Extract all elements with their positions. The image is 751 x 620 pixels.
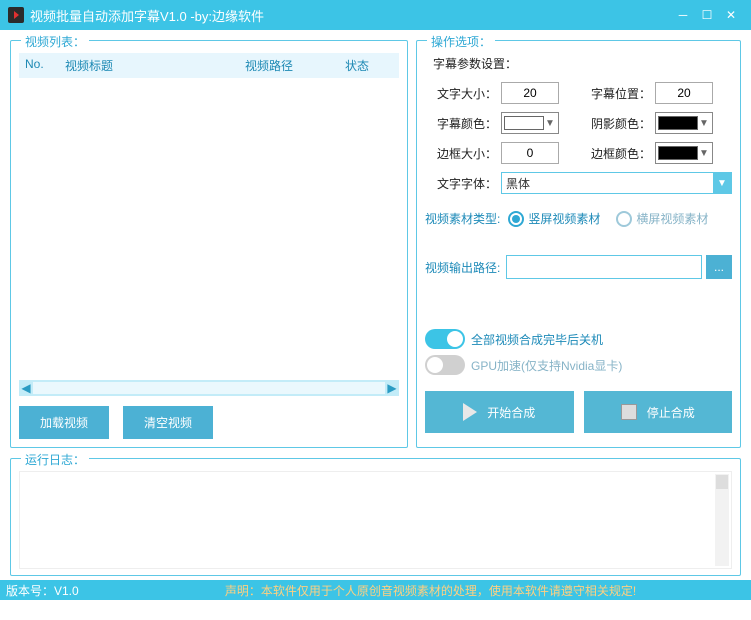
settings-header: 字幕参数设置： (433, 55, 732, 72)
stop-button[interactable]: 停止合成 (584, 391, 733, 433)
minimize-button[interactable]: ─ (671, 3, 695, 27)
font-size-label: 文字大小： (425, 85, 497, 102)
font-family-select[interactable]: 黑体 ▼ (501, 172, 732, 194)
col-path: 视频路径 (245, 57, 345, 74)
dropdown-icon: ▼ (713, 173, 731, 193)
version-label: 版本号：V1.0 (6, 582, 116, 599)
shutdown-toggle[interactable] (425, 329, 465, 349)
table-body[interactable] (19, 78, 399, 378)
log-scrollbar[interactable] (715, 474, 729, 566)
options-title: 操作选项： (427, 33, 495, 50)
browse-path-button[interactable]: ... (706, 255, 732, 279)
scroll-left-icon[interactable]: ◀ (19, 381, 33, 395)
gpu-label: GPU加速(仅支持Nvidia显卡) (471, 357, 622, 374)
material-type-label: 视频素材类型: (425, 210, 500, 227)
font-size-input[interactable] (501, 82, 559, 104)
border-color-picker[interactable]: ▼ (655, 142, 713, 164)
close-button[interactable]: ✕ (719, 3, 743, 27)
font-pos-label: 字幕位置： (579, 85, 651, 102)
app-icon (8, 7, 24, 23)
titlebar: 视频批量自动添加字幕V1.0 -by:边缘软件 ─ ☐ ✕ (0, 0, 751, 30)
video-list-group: 视频列表： No. 视频标题 视频路径 状态 ◀ ▶ 加载视频 清空视频 (10, 40, 408, 448)
load-video-button[interactable]: 加载视频 (19, 406, 109, 439)
font-family-label: 文字字体： (425, 175, 497, 192)
shutdown-label: 全部视频合成完毕后关机 (471, 331, 603, 348)
clear-video-button[interactable]: 清空视频 (123, 406, 213, 439)
options-group: 操作选项： 字幕参数设置： 文字大小： 字幕位置： 字幕颜色： ▼ 阴影颜色： … (416, 40, 741, 448)
horizontal-material-radio[interactable]: 横屏视频素材 (616, 210, 708, 227)
output-path-label: 视频输出路径: (425, 259, 500, 276)
vertical-material-radio[interactable]: 竖屏视频素材 (508, 210, 600, 227)
scroll-track[interactable] (33, 382, 385, 394)
disclaimer-text: 声明：本软件仅用于个人原创音视频素材的处理，使用本软件请遵守相关规定! (116, 582, 745, 599)
horizontal-scrollbar[interactable]: ◀ ▶ (19, 380, 399, 396)
border-size-label: 边框大小： (425, 145, 497, 162)
output-path-input[interactable] (506, 255, 702, 279)
log-group: 运行日志： (10, 458, 741, 576)
sub-color-picker[interactable]: ▼ (501, 112, 559, 134)
scroll-right-icon[interactable]: ▶ (385, 381, 399, 395)
maximize-button[interactable]: ☐ (695, 3, 719, 27)
video-list-title: 视频列表： (21, 33, 89, 50)
border-size-input[interactable] (501, 142, 559, 164)
table-header: No. 视频标题 视频路径 状态 (19, 53, 399, 78)
log-title: 运行日志： (21, 451, 89, 468)
font-family-value: 黑体 (506, 175, 713, 192)
col-title: 视频标题 (65, 57, 245, 74)
font-pos-input[interactable] (655, 82, 713, 104)
stop-icon (621, 404, 637, 420)
col-status: 状态 (345, 57, 385, 74)
play-icon (463, 403, 477, 421)
border-color-label: 边框颜色： (579, 145, 651, 162)
log-area[interactable] (19, 471, 732, 569)
gpu-toggle[interactable] (425, 355, 465, 375)
sub-color-label: 字幕颜色： (425, 115, 497, 132)
col-no: No. (25, 57, 65, 74)
shadow-color-picker[interactable]: ▼ (655, 112, 713, 134)
shadow-color-label: 阴影颜色： (579, 115, 651, 132)
status-bar: 版本号：V1.0 声明：本软件仅用于个人原创音视频素材的处理，使用本软件请遵守相… (0, 580, 751, 600)
window-title: 视频批量自动添加字幕V1.0 -by:边缘软件 (30, 6, 671, 25)
start-button[interactable]: 开始合成 (425, 391, 574, 433)
